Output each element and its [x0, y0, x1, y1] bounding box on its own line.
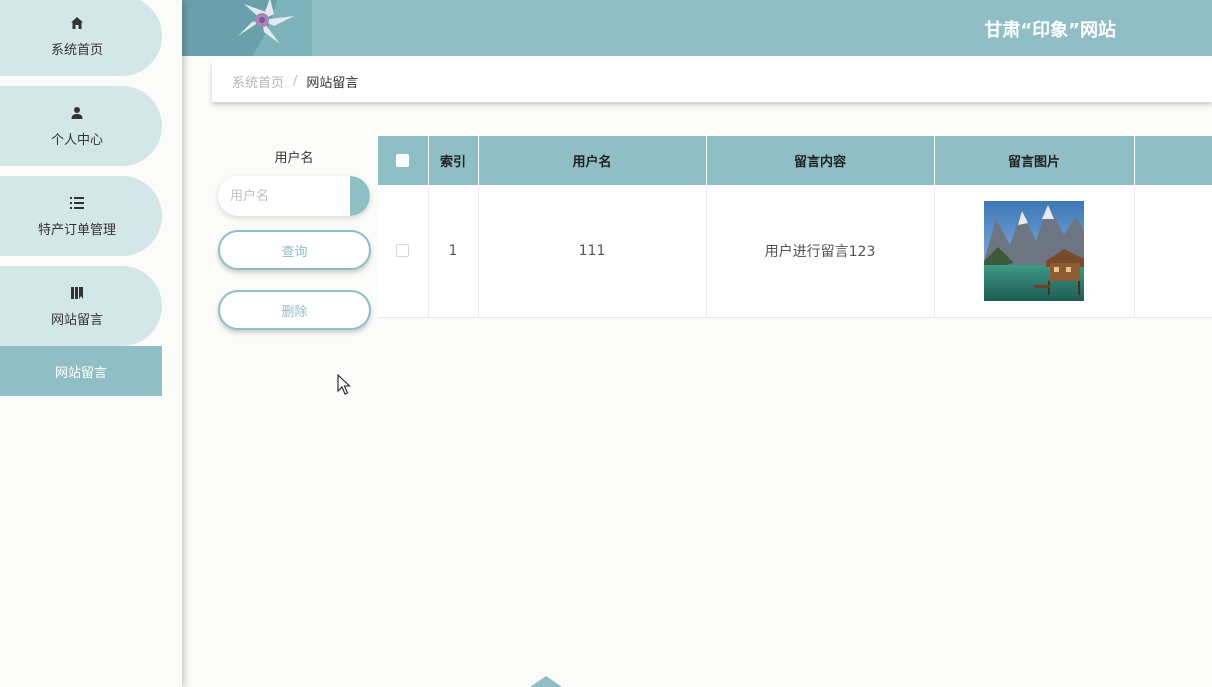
- table-header-row: 索引 用户名 留言内容 留言图片: [378, 136, 1212, 185]
- search-box: [218, 176, 370, 216]
- user-icon: [69, 105, 85, 121]
- cell-username: 111: [478, 185, 707, 318]
- breadcrumb-separator: /: [293, 73, 298, 89]
- username-search-input[interactable]: [218, 176, 350, 216]
- delete-button[interactable]: 删除: [218, 290, 371, 330]
- row-select-cell: [378, 185, 429, 318]
- table-row: 1 111 用户进行留言123: [378, 185, 1212, 318]
- sidebar: 系统首页 个人中心 特产订单管理 网站留言 网站留言: [0, 0, 182, 687]
- search-box-cap: [350, 176, 370, 216]
- flower-decoration: [182, 0, 312, 56]
- cell-content: 用户进行留言123: [706, 185, 935, 318]
- select-all-checkbox[interactable]: [396, 154, 410, 167]
- site-title: 甘肃“印象”网站: [984, 20, 1116, 41]
- sidebar-item-label: 特产订单管理: [37, 222, 116, 238]
- top-header: 甘肃“印象”网站: [182, 0, 1212, 56]
- column-header-content: 留言内容: [706, 136, 935, 185]
- select-all-cell: [378, 136, 429, 185]
- message-image-thumbnail[interactable]: [984, 200, 1084, 301]
- sidebar-item-label: 网站留言: [50, 312, 103, 328]
- sidebar-item-label: 个人中心: [50, 132, 103, 148]
- breadcrumb-home[interactable]: 系统首页: [232, 72, 284, 91]
- sidebar-item-home[interactable]: 系统首页: [0, 0, 162, 76]
- sidebar-item-orders[interactable]: 特产订单管理: [0, 176, 162, 256]
- mouse-cursor-icon: [337, 374, 351, 395]
- sidebar-item-profile[interactable]: 个人中心: [0, 86, 162, 166]
- cell-index: 1: [428, 185, 479, 318]
- sidebar-item-messages[interactable]: 网站留言: [0, 266, 162, 346]
- column-header-actions: [1134, 136, 1212, 185]
- column-header-index: 索引: [428, 136, 479, 185]
- messages-table: 索引 用户名 留言内容 留言图片 1 111 用户进行留言123: [378, 136, 1212, 318]
- search-field-label: 用户名: [274, 151, 314, 166]
- home-icon: [69, 15, 85, 31]
- book-icon: [69, 285, 85, 301]
- sidebar-subitem-messages[interactable]: 网站留言: [0, 346, 162, 396]
- sidebar-item-label: 系统首页: [50, 42, 103, 58]
- messages-table-wrapper: 索引 用户名 留言内容 留言图片 1 111 用户进行留言123: [378, 136, 1212, 318]
- list-icon: [69, 195, 85, 211]
- cell-image: [934, 185, 1135, 318]
- bottom-triangle-decoration: [530, 676, 562, 687]
- breadcrumb-current: 网站留言: [306, 75, 359, 91]
- row-checkbox[interactable]: [396, 244, 410, 258]
- column-header-username: 用户名: [478, 136, 707, 185]
- query-button[interactable]: 查询: [218, 230, 371, 270]
- breadcrumb: 系统首页 / 网站留言: [212, 60, 1212, 102]
- column-header-image: 留言图片: [934, 136, 1135, 185]
- cell-actions: [1134, 185, 1212, 318]
